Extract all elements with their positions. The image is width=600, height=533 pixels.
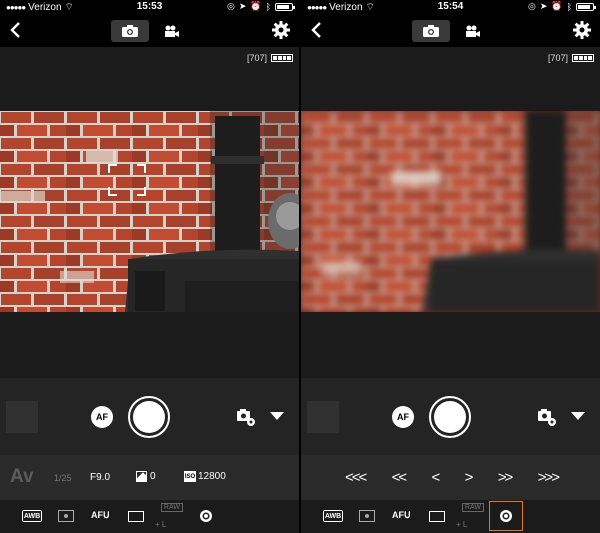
photo-mode-button[interactable] [412,20,450,42]
shooting-mode[interactable]: Av [10,466,34,488]
alarm-icon: ⏰ [250,1,262,11]
orientation-lock-icon: ◎ [527,1,536,11]
focus-far-small-button[interactable]: > [465,469,474,486]
camera-icon [423,25,439,37]
metering-mode-button[interactable] [359,510,375,522]
iso-icon: ISO [184,471,196,482]
focus-near-medium-button[interactable]: << [392,469,407,486]
info-strip: [707] [301,47,600,111]
expand-panel-button[interactable] [571,411,585,421]
focus-near-large-button[interactable]: <<< [345,469,367,486]
exposure-compensation[interactable]: 0 [136,471,156,482]
focus-guide-button-active[interactable] [489,501,523,531]
bottom-toolbar: AWB AFᑌ RAW + L [301,500,600,533]
camera-battery-icon [271,54,293,62]
photo-mode-button[interactable] [111,20,149,42]
triangle-down-icon [571,412,585,420]
aperture-value[interactable]: F9.0 [90,472,110,483]
white-balance-button[interactable]: AWB [22,510,42,522]
focus-guide-icon [500,510,512,522]
remote-shooting-screen-left: ●●●●● Verizon ⌔ 15:53 ◎ ➤ ⏰ ᛒ [707] AF A… [0,0,299,533]
metering-icon [365,514,369,518]
triangle-down-icon [270,412,284,420]
shutter-speed[interactable]: 1/25 [54,473,72,483]
iso-setting[interactable]: ISO 12800 [184,471,226,482]
af-button[interactable]: AF [392,406,414,428]
exposure-bar: Av 1/25 F9.0 0 ISO 12800 [0,455,299,500]
shutter-button[interactable] [128,396,170,438]
live-view-image [301,111,600,312]
video-mode-button[interactable] [157,20,187,42]
af-button[interactable]: AF [91,406,113,428]
last-image-thumbnail[interactable] [6,401,38,433]
video-camera-icon [165,25,179,37]
exposure-compensation-icon [136,471,147,482]
shots-remaining: [707] [547,53,568,63]
focus-guide-icon [200,510,212,522]
image-quality-button[interactable]: RAW + L [155,503,183,529]
shots-remaining: [707] [246,53,267,63]
last-image-thumbnail[interactable] [307,401,339,433]
phone-battery-icon [576,2,596,11]
aspect-ratio-button[interactable] [128,511,144,522]
phone-battery-icon [275,2,295,11]
top-toolbar [0,14,299,47]
camera-settings-button[interactable] [537,407,557,427]
location-icon: ➤ [539,1,548,11]
back-button[interactable] [307,20,327,40]
location-icon: ➤ [238,1,247,11]
video-mode-button[interactable] [458,20,488,42]
info-strip: [707] [0,47,299,111]
focus-guide-button[interactable] [199,509,213,523]
af-mode-button[interactable]: AFᑌ [392,510,411,521]
af-frame[interactable] [108,164,146,196]
back-button[interactable] [6,20,26,40]
top-toolbar [301,14,600,47]
focus-far-large-button[interactable]: >>> [538,469,560,486]
bluetooth-icon: ᛒ [566,1,572,12]
camera-settings-icon [538,409,556,426]
expand-panel-button[interactable] [270,411,284,421]
shooting-controls: AF [301,378,600,455]
alarm-icon: ⏰ [551,1,563,11]
focus-far-medium-button[interactable]: >> [498,469,513,486]
status-bar: ●●●●● Verizon ⌔ 15:54 ◎ ➤ ⏰ ᛒ [301,0,600,14]
video-camera-icon [466,25,480,37]
metering-icon [64,514,68,518]
camera-icon [122,25,138,37]
bottom-toolbar: AWB AFᑌ RAW + L [0,500,299,533]
remote-shooting-screen-right: ●●●●● Verizon ⌔ 15:54 ◎ ➤ ⏰ ᛒ [707] AF <… [301,0,600,533]
live-view-image [0,111,299,312]
settings-button[interactable] [572,20,592,40]
camera-settings-icon [237,409,255,426]
orientation-lock-icon: ◎ [226,1,235,11]
bluetooth-icon: ᛒ [265,1,271,12]
camera-battery-icon [572,54,594,62]
status-bar: ●●●●● Verizon ⌔ 15:53 ◎ ➤ ⏰ ᛒ [0,0,299,14]
focus-near-small-button[interactable]: < [432,469,441,486]
metering-mode-button[interactable] [58,510,74,522]
af-mode-button[interactable]: AFᑌ [91,510,110,521]
below-view-area [0,312,299,378]
live-view[interactable] [0,111,299,312]
image-quality-button[interactable]: RAW + L [456,503,484,529]
aspect-ratio-button[interactable] [429,511,445,522]
camera-settings-button[interactable] [236,407,256,427]
shutter-button[interactable] [429,396,471,438]
white-balance-button[interactable]: AWB [323,510,343,522]
settings-button[interactable] [271,20,291,40]
focus-drive-bar: <<< << < > >> >>> [301,455,600,500]
shooting-controls: AF [0,378,299,455]
below-view-area [301,312,600,378]
live-view[interactable] [301,111,600,312]
